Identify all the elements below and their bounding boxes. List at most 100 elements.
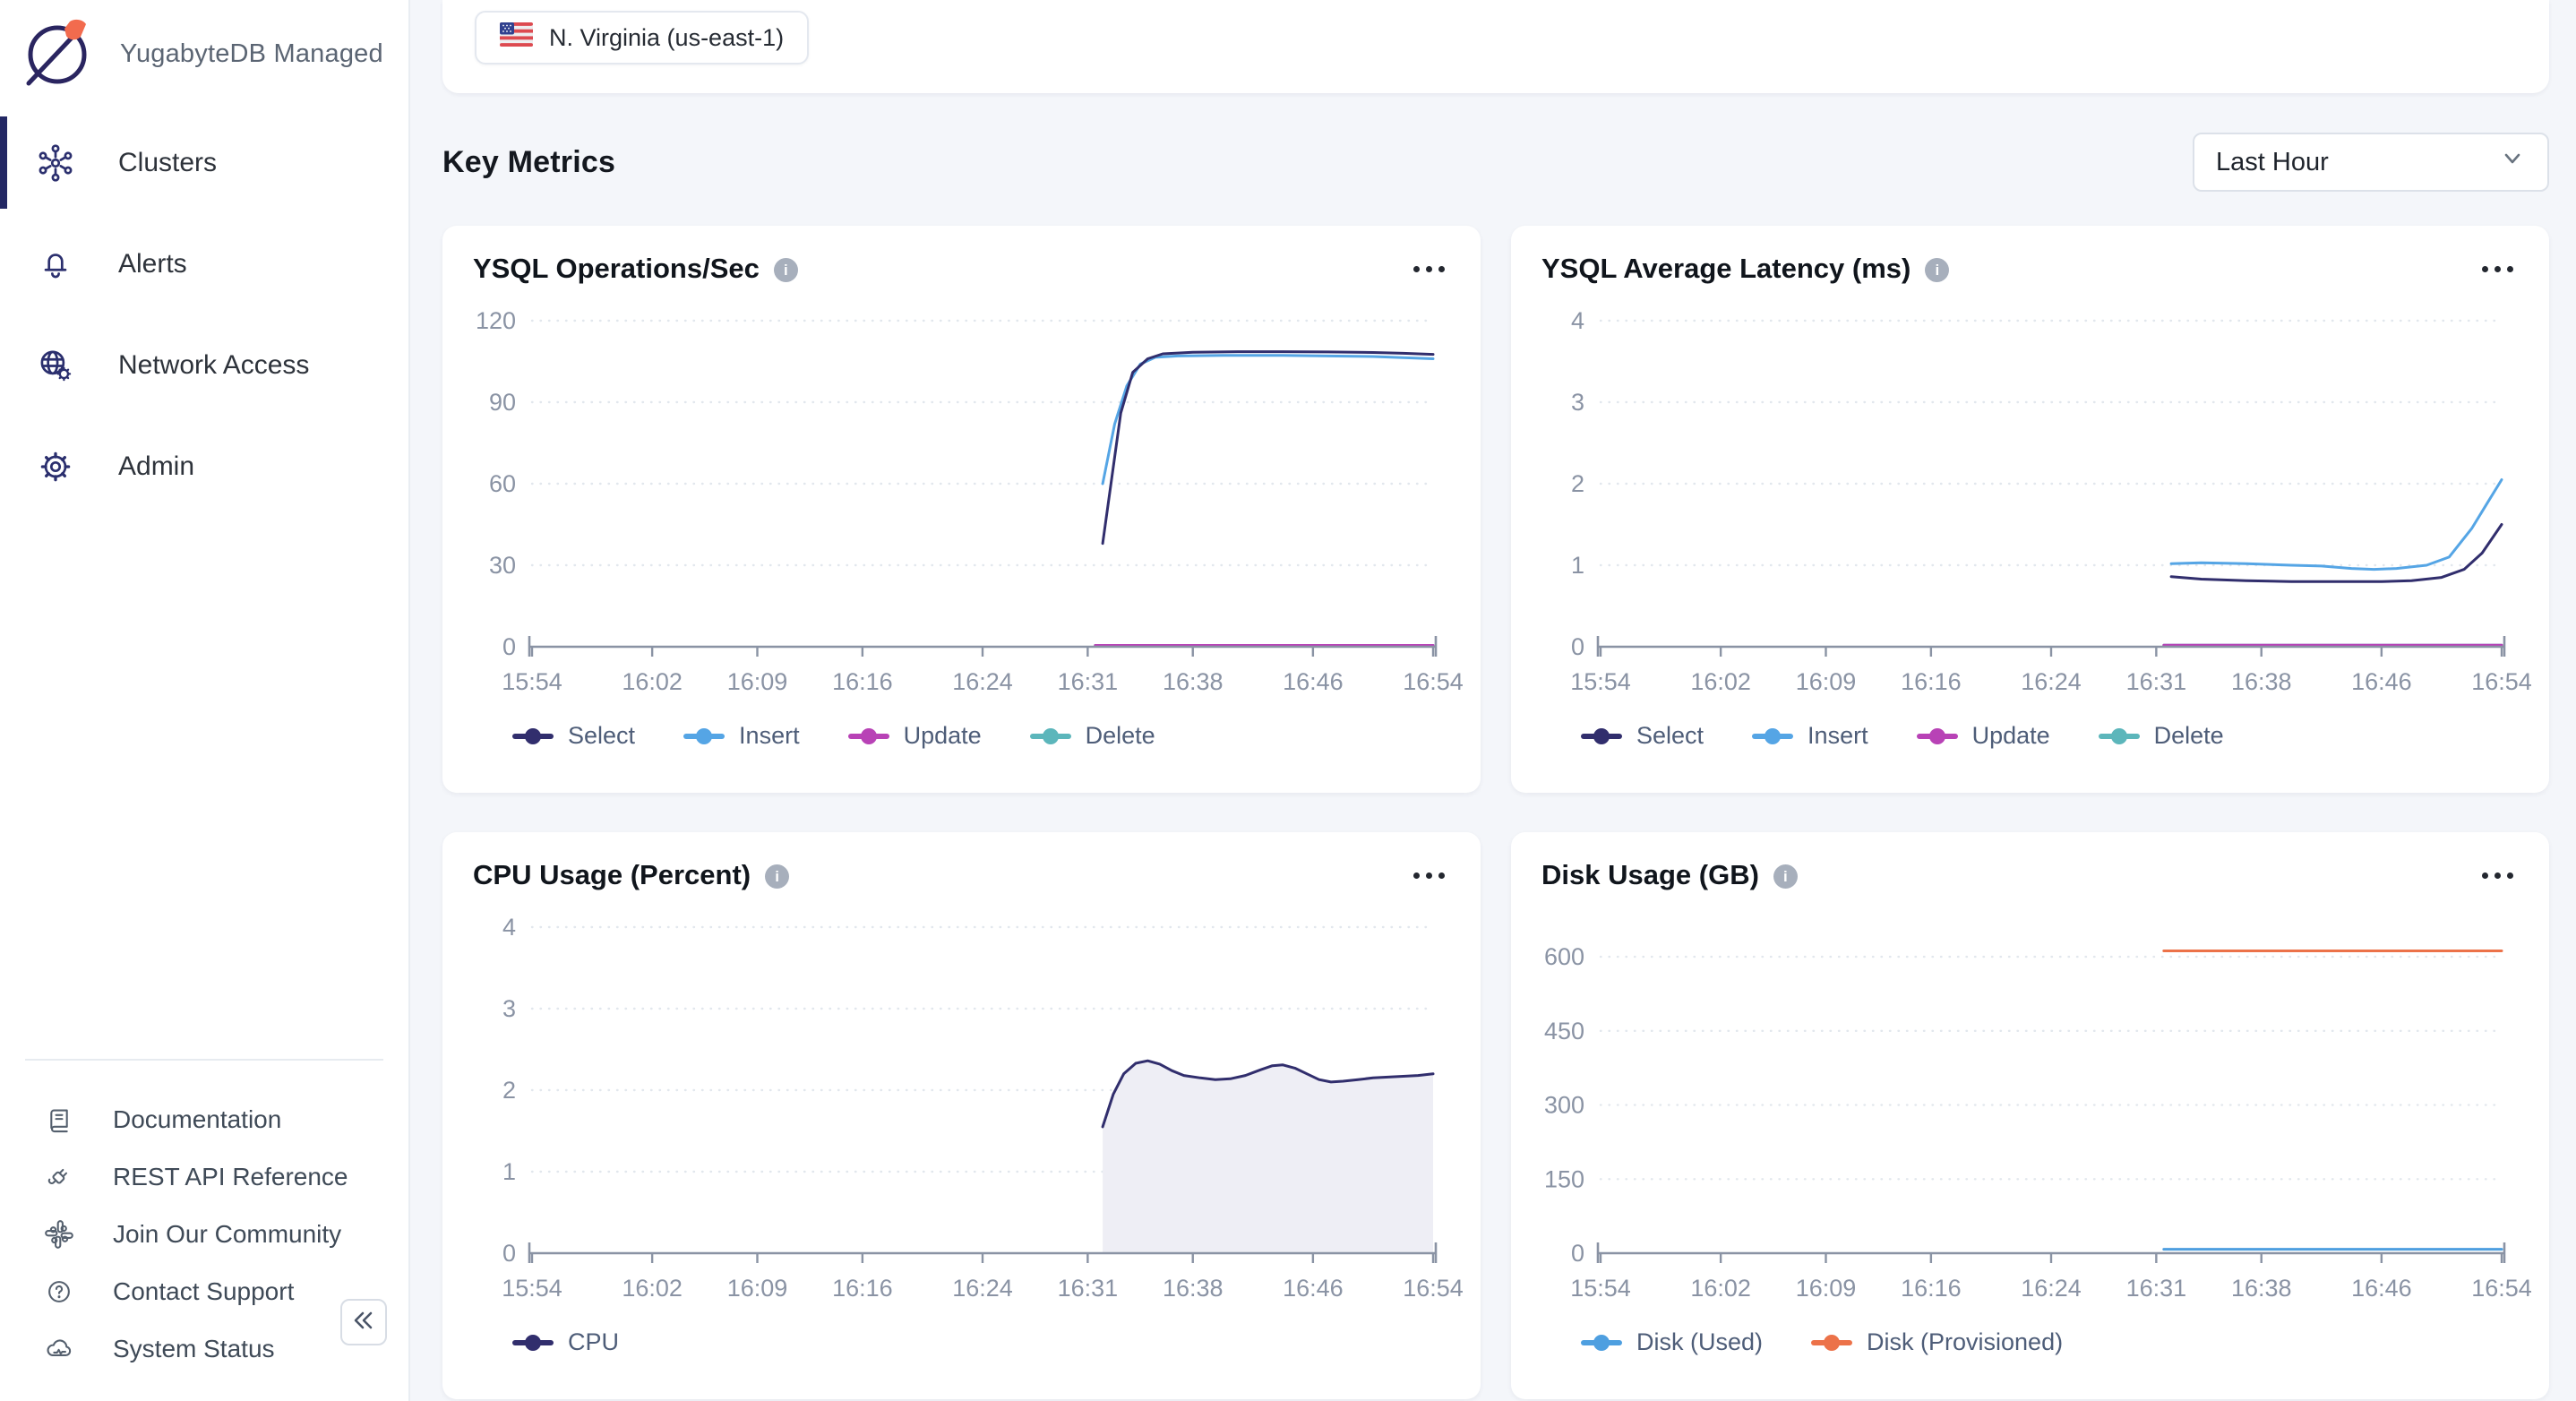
card-header: CPU Usage (Percent) i [473,859,1450,891]
svg-text:0: 0 [502,1240,516,1267]
svg-text:60: 60 [489,470,516,497]
chart-legend: CPU [512,1328,1450,1356]
chart-canvas[interactable]: 600450300150015:5416:0216:0916:1616:2416… [1541,913,2519,1318]
svg-text:15:54: 15:54 [1570,668,1631,695]
svg-text:16:46: 16:46 [1283,668,1344,695]
svg-text:2: 2 [502,1077,516,1104]
sidebar-item-label: Alerts [118,249,187,279]
chart-canvas[interactable]: 4321015:5416:0216:0916:1616:2416:3116:38… [1541,306,2519,711]
app-root: YugabyteDB Managed Clusters [0,0,2576,1401]
chevrons-left-icon [350,1307,377,1338]
svg-text:16:54: 16:54 [2471,1275,2532,1302]
sidebar-item-alerts[interactable]: Alerts [0,213,408,314]
chart-canvas[interactable]: 4321015:5416:0216:0916:1616:2416:3116:38… [473,913,1450,1318]
footer-link-label: Documentation [113,1105,281,1134]
info-icon[interactable]: i [765,864,789,889]
time-range-select[interactable]: Last Hour [2193,133,2549,192]
svg-text:1: 1 [1571,552,1584,579]
legend-item[interactable]: Select [1581,722,1704,750]
svg-text:16:02: 16:02 [1690,1275,1751,1302]
slack-icon [41,1216,77,1252]
svg-text:16:38: 16:38 [2231,668,2292,695]
svg-text:16:16: 16:16 [832,1275,893,1302]
link-rest-api-reference[interactable]: REST API Reference [0,1148,408,1206]
legend-series-marker [683,734,725,739]
legend-series-label: Select [1636,722,1704,750]
sidebar: YugabyteDB Managed Clusters [0,0,410,1401]
page-title: Key Metrics [442,145,615,180]
legend-item[interactable]: Update [1917,722,2050,750]
legend-series-marker [512,734,554,739]
svg-text:16:16: 16:16 [1901,1275,1962,1302]
legend-series-label: Delete [1086,722,1155,750]
svg-text:4: 4 [1571,307,1584,334]
sidebar-item-network-access[interactable]: Network Access [0,314,408,416]
card-header: Disk Usage (GB) i [1541,859,2519,891]
chart-card-cpu-usage: CPU Usage (Percent) i 4321015:5416:0216:… [442,832,1481,1399]
legend-series-marker [1811,1340,1852,1345]
chart-canvas[interactable]: 120906030015:5416:0216:0916:1616:2416:31… [473,306,1450,711]
brand: YugabyteDB Managed [0,0,408,96]
link-join-our-community[interactable]: Join Our Community [0,1206,408,1263]
svg-text:16:31: 16:31 [1058,668,1119,695]
main-content: N. Virginia (us-east-1) Key Metrics Last… [410,0,2576,1401]
legend-item[interactable]: CPU [512,1328,619,1356]
sidebar-collapse-button[interactable] [340,1299,387,1345]
sidebar-item-clusters[interactable]: Clusters [0,112,408,213]
legend-item[interactable]: Delete [1030,722,1155,750]
link-documentation[interactable]: Documentation [0,1091,408,1148]
legend-series-marker [1917,734,1958,739]
chart-title: YSQL Operations/Sec [473,253,760,285]
legend-series-label: CPU [568,1328,619,1356]
more-menu-button[interactable] [2477,255,2519,283]
svg-text:16:09: 16:09 [1796,668,1857,695]
chart-card-ysql-operations: YSQL Operations/Sec i 120906030015:5416:… [442,226,1481,793]
bell-icon [34,243,77,286]
legend-item[interactable]: Disk (Used) [1581,1328,1763,1356]
svg-text:120: 120 [476,307,516,334]
yugabyte-logo-icon [18,13,97,96]
svg-text:450: 450 [1544,1018,1584,1044]
legend-series-label: Select [568,722,635,750]
cluster-icon [34,142,77,185]
info-icon[interactable]: i [1925,258,1949,282]
svg-text:600: 600 [1544,943,1584,970]
svg-text:16:38: 16:38 [2231,1275,2292,1302]
region-chip[interactable]: N. Virginia (us-east-1) [475,11,809,64]
us-flag-icon [500,22,533,53]
footer-link-label: Join Our Community [113,1220,341,1249]
more-menu-button[interactable] [2477,862,2519,890]
legend-item[interactable]: Insert [1752,722,1868,750]
svg-text:0: 0 [1571,1240,1584,1267]
legend-item[interactable]: Delete [2099,722,2224,750]
info-icon[interactable]: i [1773,864,1798,889]
brand-name: YugabyteDB Managed [120,39,383,69]
cluster-header-card: N. Virginia (us-east-1) [442,0,2549,93]
svg-text:2: 2 [1571,470,1584,497]
cloud-status-icon [41,1331,77,1367]
svg-text:3: 3 [1571,389,1584,416]
svg-text:16:46: 16:46 [2351,1275,2412,1302]
more-menu-button[interactable] [1408,255,1450,283]
card-header: YSQL Average Latency (ms) i [1541,253,2519,285]
footer-link-label: Contact Support [113,1277,294,1306]
legend-item[interactable]: Update [848,722,982,750]
metrics-header-row: Key Metrics Last Hour [442,133,2549,192]
svg-text:1: 1 [502,1158,516,1185]
svg-text:16:31: 16:31 [2126,1275,2187,1302]
legend-item[interactable]: Disk (Provisioned) [1811,1328,2063,1356]
legend-item[interactable]: Select [512,722,635,750]
info-icon[interactable]: i [774,258,798,282]
svg-text:16:31: 16:31 [2126,668,2187,695]
svg-text:16:38: 16:38 [1163,1275,1224,1302]
footer-link-label: System Status [113,1335,275,1363]
svg-text:3: 3 [502,995,516,1022]
more-menu-button[interactable] [1408,862,1450,890]
svg-text:150: 150 [1544,1165,1584,1192]
legend-item[interactable]: Insert [683,722,800,750]
sidebar-item-admin[interactable]: Admin [0,416,408,517]
svg-text:16:38: 16:38 [1163,668,1224,695]
sidebar-footer: Documentation REST API Reference [0,1059,408,1378]
svg-text:16:24: 16:24 [952,668,1013,695]
chart-card-ysql-latency: YSQL Average Latency (ms) i 4321015:5416… [1511,226,2549,793]
